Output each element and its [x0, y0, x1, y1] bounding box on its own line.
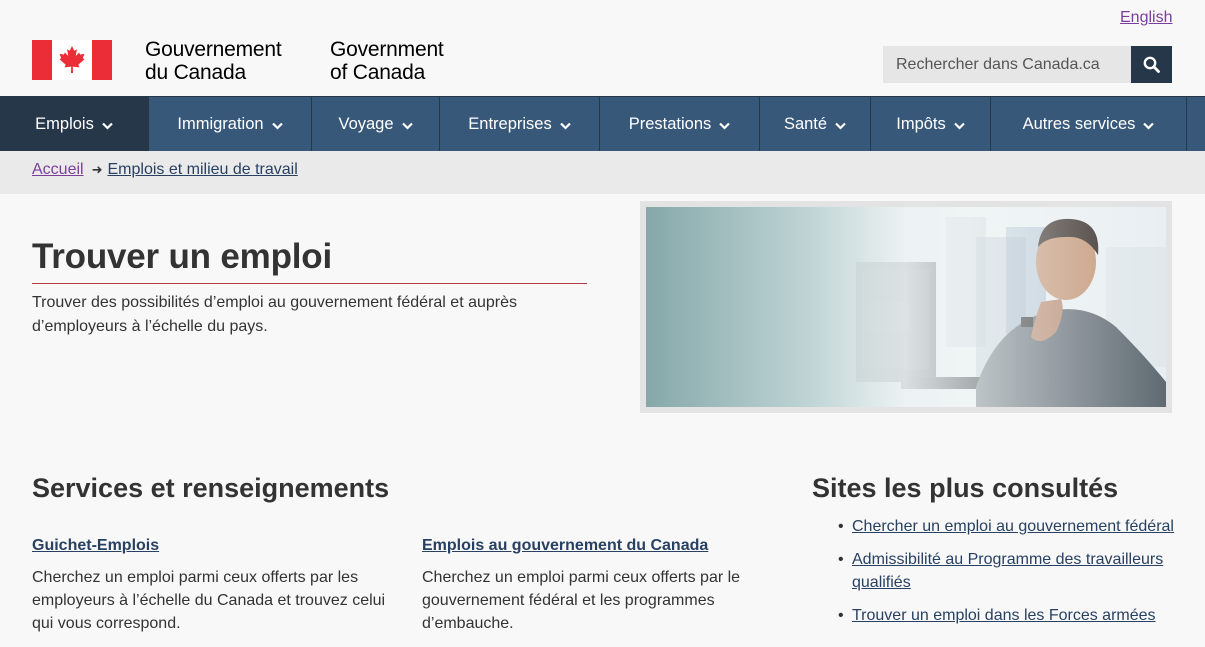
- chevron-down-icon: [559, 122, 571, 130]
- most-requested-link[interactable]: Admissibilité au Programme des travaille…: [852, 551, 1163, 591]
- menu-item-label: Emplois: [35, 115, 94, 133]
- chevron-down-icon: [1143, 122, 1155, 130]
- services-heading: Services et renseignements: [32, 473, 390, 503]
- menu-item-label: Entreprises: [468, 115, 552, 133]
- menu-item-impots[interactable]: Impôts: [871, 97, 991, 152]
- government-signature[interactable]: Gouvernement du Canada Government of Can…: [32, 38, 444, 84]
- canada-flag-icon: [32, 40, 112, 80]
- hero-image: [640, 201, 1172, 413]
- job-bank-description: Cherchez un emploi parmi ceux offerts pa…: [32, 569, 386, 632]
- search-button[interactable]: [1131, 46, 1172, 83]
- menu-item-immigration[interactable]: Immigration: [149, 97, 312, 152]
- breadcrumb: Accueil ➜ Emplois et milieu de travail: [0, 151, 1205, 194]
- signature-french: Gouvernement du Canada: [145, 38, 282, 84]
- chevron-down-icon: [271, 122, 283, 130]
- page-intro: Trouver des possibilités d’emploi au gou…: [32, 294, 518, 335]
- chevron-down-icon: [102, 122, 113, 130]
- arrow-right-icon: ➜: [91, 162, 103, 177]
- breadcrumb-jobs-link[interactable]: Emplois et milieu de travail: [107, 161, 297, 179]
- most-requested-heading: Sites les plus consultés: [812, 473, 1119, 503]
- list-item: Admissibilité au Programme des travaille…: [838, 548, 1178, 594]
- site-search: [883, 46, 1172, 83]
- chevron-down-icon: [401, 122, 413, 130]
- menu-item-label: Prestations: [628, 115, 712, 133]
- most-requested-link[interactable]: Trouver un emploi dans les Forces armées: [852, 607, 1156, 624]
- most-requested-list: Chercher un emploi au gouvernement fédér…: [838, 515, 1178, 637]
- menu-item-entreprises[interactable]: Entreprises: [440, 97, 600, 152]
- list-item: Trouver un emploi dans les Forces armées: [838, 604, 1178, 627]
- government-jobs-link[interactable]: Emplois au gouvernement du Canada: [422, 537, 708, 555]
- menu-item-prestations[interactable]: Prestations: [600, 97, 760, 152]
- menu-item-autres-services[interactable]: Autres services: [991, 97, 1187, 152]
- signature-english: Government of Canada: [330, 38, 444, 84]
- chevron-down-icon: [719, 122, 731, 130]
- menu-item-label: Immigration: [177, 115, 264, 133]
- menu-item-sante[interactable]: Santé: [760, 97, 871, 152]
- government-jobs-description: Cherchez un emploi parmi ceux offerts pa…: [422, 569, 741, 632]
- list-item: Chercher un emploi au gouvernement fédér…: [838, 515, 1178, 538]
- chevron-down-icon: [953, 122, 965, 130]
- chevron-down-icon: [835, 122, 846, 130]
- menu-item-voyage[interactable]: Voyage: [312, 97, 440, 152]
- most-requested-link[interactable]: Chercher un emploi au gouvernement fédér…: [852, 518, 1174, 535]
- menu-item-label: Impôts: [896, 115, 946, 133]
- menu-item-emplois[interactable]: Emplois: [0, 97, 149, 152]
- search-icon: [1143, 56, 1160, 73]
- search-input[interactable]: [883, 46, 1131, 83]
- language-toggle-link[interactable]: English: [1120, 9, 1172, 27]
- main-menu: Emplois Immigration Voyage Entreprises P…: [0, 96, 1205, 152]
- title-underline: [32, 283, 587, 284]
- menu-item-label: Voyage: [338, 115, 394, 133]
- menu-item-label: Autres services: [1022, 115, 1136, 133]
- menu-item-label: Santé: [783, 115, 828, 133]
- breadcrumb-home-link[interactable]: Accueil: [32, 161, 84, 179]
- page-title: Trouver un emploi: [32, 237, 332, 276]
- job-bank-link[interactable]: Guichet-Emplois: [32, 537, 159, 555]
